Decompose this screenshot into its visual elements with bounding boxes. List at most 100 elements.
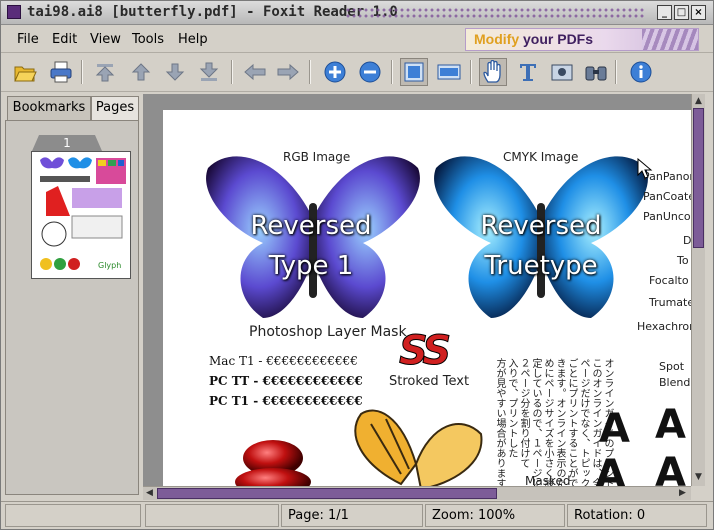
menu-view-label: View [90,32,121,47]
right-list-item: Spot [659,360,685,373]
app-icon[interactable] [7,5,21,19]
japanese-column: ページだけでなく、トピック [578,358,589,486]
forward-button[interactable] [274,58,302,86]
menu-tools[interactable]: Tools [132,32,164,47]
horizontal-scrollbar[interactable]: ◀ ▶ [143,486,691,500]
pc-tt-line: PC TT - €€€€€€€€€€€€ [209,374,363,388]
maximize-button[interactable]: □ [674,5,689,20]
zoom-in-button[interactable] [321,58,349,86]
forward-icon [277,63,299,81]
close-button[interactable]: × [691,5,706,20]
page-indicator: Page: 1/1 [281,504,423,527]
japanese-column: ２ページ分を割り付けて [518,358,529,468]
print-icon [50,61,72,83]
modify-pdfs-banner[interactable]: Modify your PDFs [465,28,699,51]
toolbar-separator [231,60,233,84]
print-button[interactable] [47,58,75,86]
pc-t1-line: PC T1 - €€€€€€€€€€€€ [209,394,363,408]
title-bar[interactable]: tai98.ai8 [butterfly.pdf] - Foxit Reader… [1,1,713,25]
mouse-cursor-icon [637,158,653,179]
status-cell-1 [5,504,141,527]
thumbnail-content-icon: Glyph [40,157,126,270]
zoom-in-icon [324,61,346,83]
japanese-column: ごとにプリントすることがで [566,358,577,486]
first-page-button[interactable] [91,58,119,86]
thumbnail-page-number: 1 [32,135,102,151]
window-title: tai98.ai8 [butterfly.pdf] - Foxit Reader… [27,4,398,20]
tab-pages[interactable]: Pages [91,96,139,120]
text-select-button[interactable] [514,58,542,86]
hand-tool-button[interactable] [479,58,507,86]
banner-highlight: Modify [474,31,520,47]
left-butterfly-text-2: Type 1 [268,251,354,281]
fit-page-button[interactable] [400,58,428,86]
scroll-down-icon[interactable]: ▼ [695,471,702,483]
last-page-icon [199,62,219,81]
next-page-icon [165,63,185,81]
sidebar: Bookmarks Pages 1 Glyph [3,94,141,497]
about-button[interactable] [627,58,655,86]
previous-page-icon [131,63,151,81]
right-list-item: Focalto [649,274,689,287]
vertical-scrollbar[interactable]: ▲ ▼ [691,94,705,486]
stroked-text-label: Stroked Text [389,374,470,389]
menu-edit[interactable]: Edit [52,32,77,47]
thumbnail-panel: 1 Glyph [5,120,139,495]
text-select-icon [520,64,536,81]
right-list-item: Hexachron [637,320,691,333]
fit-page-icon [404,62,424,82]
title-decoration [345,7,645,19]
pdf-page[interactable]: RGB Image Reversed Type 1 CMYK Image Rev… [163,110,691,486]
foxit-reader-window: tai98.ai8 [butterfly.pdf] - Foxit Reader… [0,0,714,530]
scroll-right-icon[interactable]: ▶ [679,487,686,499]
minimize-button[interactable]: _ [657,5,672,20]
toolbar-separator [309,60,311,84]
glyph-a-4: A [655,450,686,486]
menu-help[interactable]: Help [178,32,208,47]
scroll-left-icon[interactable]: ◀ [146,487,153,499]
info-icon [630,61,652,83]
right-list-item: PanUncoa [643,210,691,223]
fit-width-button[interactable] [435,58,463,86]
rotation-indicator: Rotation: 0 [567,504,707,527]
menu-file[interactable]: File [17,32,39,47]
menu-file-label: File [17,32,39,47]
page-thumbnail[interactable]: Glyph [31,151,131,279]
toolbar-separator [470,60,472,84]
vertical-scroll-thumb[interactable] [693,108,704,248]
snapshot-icon [551,64,573,81]
mac-t1-line: Mac T1 - €€€€€€€€€€€€ [209,354,358,368]
glyph-a-1: A [599,406,630,452]
tab-bookmarks[interactable]: Bookmarks [7,96,91,120]
right-list-item: Trumate [649,296,691,309]
previous-page-button[interactable] [127,58,155,86]
toolbar-separator [615,60,617,84]
next-page-button[interactable] [161,58,189,86]
menu-help-label: Help [178,32,208,47]
banner-text: Modify your PDFs [474,31,593,47]
japanese-column: 方が見やすい場合があります。 [494,358,505,486]
document-view[interactable]: RGB Image Reversed Type 1 CMYK Image Rev… [143,94,691,486]
zoom-out-icon [359,61,381,83]
back-button[interactable] [241,58,269,86]
horizontal-scroll-thumb[interactable] [157,488,497,499]
open-button[interactable] [11,58,39,86]
zoom-out-button[interactable] [356,58,384,86]
snapshot-button[interactable] [548,58,576,86]
masked-label: Masked [525,474,571,486]
zoom-indicator: Zoom: 100% [425,504,565,527]
scroll-up-icon[interactable]: ▲ [695,95,702,107]
find-button[interactable] [582,58,610,86]
first-page-icon [95,64,115,82]
toolbar-separator [391,60,393,84]
menu-view[interactable]: View [90,32,121,47]
fit-width-icon [437,64,461,80]
find-icon [585,66,607,81]
menu-edit-label: Edit [52,32,78,47]
last-page-button[interactable] [195,58,223,86]
right-list-item: To [677,254,689,267]
banner-graphic [642,29,698,50]
rgb-image-label: RGB Image [283,150,351,164]
back-icon [244,63,266,81]
hand-tool-icon [483,60,501,83]
